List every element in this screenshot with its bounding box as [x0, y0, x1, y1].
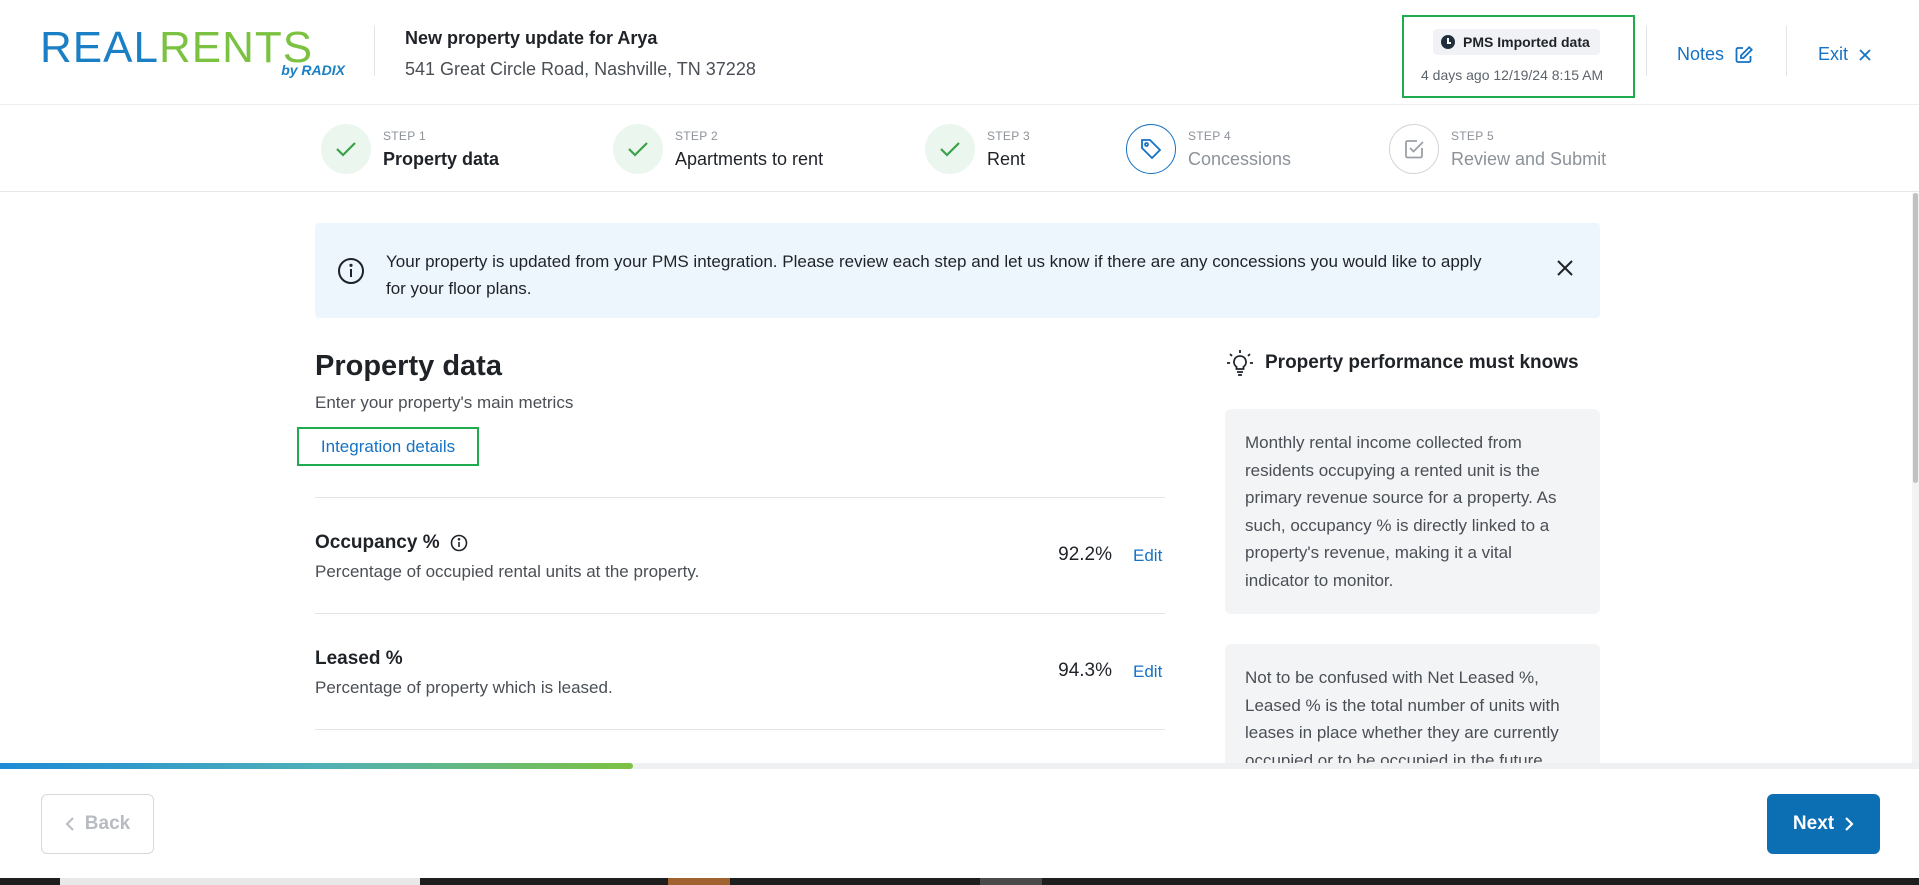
step-number: STEP 3 — [987, 128, 1030, 143]
tip-card-leased: Not to be confused with Net Leased %, Le… — [1225, 644, 1600, 763]
os-taskbar — [0, 878, 1919, 885]
page-title: New property update for Arya — [405, 28, 658, 48]
pms-badge-label: PMS Imported data — [1463, 34, 1590, 50]
checkbox-icon — [1405, 140, 1424, 159]
property-address: 541 Great Circle Road, Nashville, TN 372… — [405, 59, 756, 79]
sidebar-title-text: Property performance must knows — [1265, 352, 1579, 373]
progress-stepper: STEP 1 Property data STEP 2 Apartments t… — [0, 106, 1919, 192]
metric-title-leased: Leased % — [315, 648, 403, 670]
step-current-circle — [1126, 124, 1176, 174]
edit-icon — [1735, 45, 1754, 63]
taskbar-item[interactable] — [668, 878, 730, 885]
metric-desc-leased: Percentage of property which is leased. — [315, 678, 613, 697]
exit-label: Exit — [1818, 44, 1849, 64]
back-button[interactable]: Back — [41, 794, 154, 854]
pms-imported-panel[interactable]: PMS Imported data 4 days ago 12/19/24 8:… — [1402, 15, 1635, 98]
realrents-logo[interactable]: REALRENTS by RADIX — [40, 26, 345, 82]
step-rent[interactable]: STEP 3 Rent — [925, 124, 1030, 174]
chevron-left-icon — [65, 817, 74, 831]
check-icon — [940, 142, 960, 157]
page-scrollbar[interactable] — [1912, 193, 1919, 763]
page-title-block: New property update for Arya 541 Great C… — [405, 28, 756, 80]
app-header: REALRENTS by RADIX New property update f… — [0, 0, 1919, 105]
step-property-data[interactable]: STEP 1 Property data — [321, 124, 499, 174]
divider — [315, 729, 1165, 730]
info-icon — [338, 258, 364, 284]
banner-message: Your property is updated from your PMS i… — [386, 252, 1482, 298]
step-check-circle — [613, 124, 663, 174]
close-icon[interactable] — [1556, 259, 1574, 277]
step-apartments-to-rent[interactable]: STEP 2 Apartments to rent — [613, 124, 823, 174]
metric-value-occupancy: 92.2% — [1058, 544, 1112, 565]
step-check-circle — [321, 124, 371, 174]
check-icon — [628, 142, 648, 157]
step-name: Rent — [987, 148, 1026, 169]
notes-label: Notes — [1677, 44, 1725, 64]
close-icon — [1859, 48, 1871, 61]
divider — [315, 497, 1165, 498]
pms-badge: PMS Imported data — [1433, 29, 1600, 55]
pms-import-time: 4 days ago 12/19/24 8:15 AM — [1421, 67, 1604, 83]
tag-icon — [1141, 139, 1162, 160]
step-number: STEP 4 — [1188, 128, 1231, 143]
taskbar-item[interactable] — [980, 878, 1042, 885]
step-number: STEP 2 — [675, 128, 718, 143]
edit-leased-button[interactable]: Edit — [1133, 662, 1162, 682]
logo-by-radix: by RADIX — [281, 62, 345, 78]
lightbulb-icon — [1227, 350, 1253, 376]
metric-desc-occupancy: Percentage of occupied rental units at t… — [315, 562, 700, 581]
taskbar-item[interactable] — [60, 878, 420, 885]
header-divider — [374, 26, 375, 76]
metric-value-leased: 94.3% — [1058, 660, 1112, 681]
step-check-circle — [925, 124, 975, 174]
integration-details-link[interactable]: Integration details — [297, 427, 479, 466]
notes-button[interactable]: Notes — [1677, 44, 1754, 65]
back-label: Back — [84, 813, 131, 834]
info-icon[interactable] — [450, 534, 468, 552]
metric-title-occupancy: Occupancy % — [315, 532, 468, 554]
check-icon — [336, 142, 356, 157]
step-number: STEP 5 — [1451, 128, 1494, 143]
pms-info-banner: Your property is updated from your PMS i… — [315, 223, 1600, 318]
header-divider — [1646, 26, 1647, 76]
wizard-footer: Back Next — [0, 769, 1919, 879]
metric-title-text: Occupancy % — [315, 532, 440, 553]
chevron-right-icon — [1845, 817, 1854, 831]
sidebar-title: Property performance must knows — [1225, 348, 1579, 378]
next-button[interactable]: Next — [1767, 794, 1880, 854]
metric-title-text: Leased % — [315, 648, 403, 669]
step-name: Review and Submit — [1451, 148, 1607, 169]
tip-card-occupancy: Monthly rental income collected from res… — [1225, 409, 1600, 614]
header-divider — [1786, 26, 1787, 76]
edit-occupancy-button[interactable]: Edit — [1133, 546, 1162, 566]
next-label: Next — [1792, 813, 1835, 834]
section-subtitle: Enter your property's main metrics — [315, 393, 574, 412]
divider — [315, 613, 1165, 614]
clock-icon — [1441, 35, 1455, 49]
exit-button[interactable]: Exit — [1818, 44, 1872, 65]
section-title: Property data — [315, 350, 502, 382]
step-review-and-submit[interactable]: STEP 5 Review and Submit — [1389, 124, 1606, 174]
step-todo-circle — [1389, 124, 1439, 174]
scrollbar-thumb[interactable] — [1913, 193, 1918, 483]
step-name: Apartments to rent — [675, 148, 824, 169]
step-concessions[interactable]: STEP 4 Concessions — [1126, 124, 1291, 174]
step-name: Property data — [383, 148, 500, 169]
step-name: Concessions — [1188, 148, 1292, 169]
step-number: STEP 1 — [383, 128, 426, 143]
logo-real-text: REAL — [40, 23, 159, 72]
